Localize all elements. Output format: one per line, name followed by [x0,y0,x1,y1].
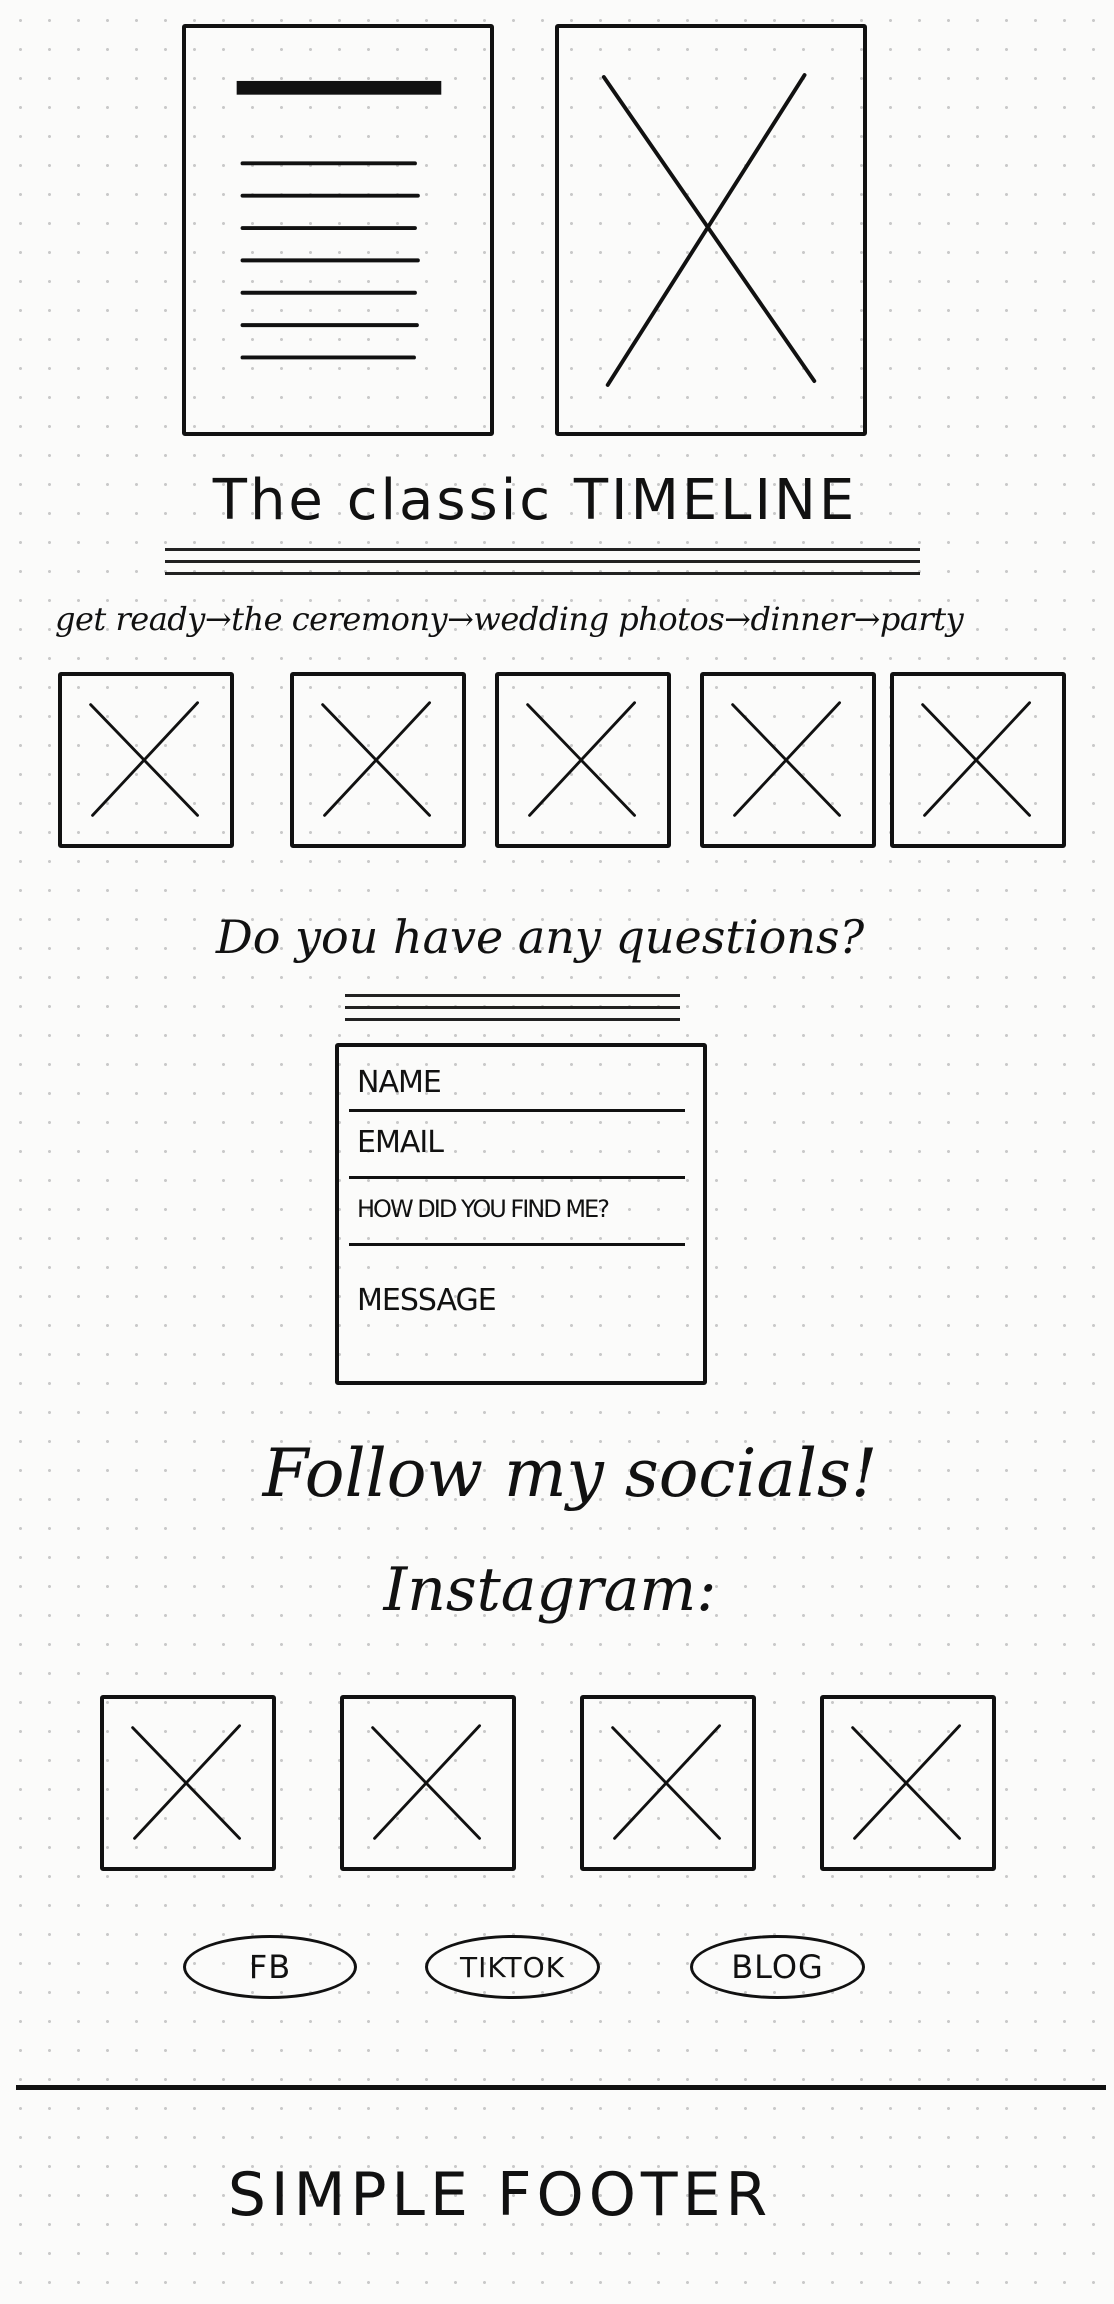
image-placeholder-icon [89,701,199,817]
questions-heading-underline [345,1006,680,1009]
timeline-title-underline [165,560,920,563]
facebook-button[interactable]: FB [183,1935,357,1999]
message-field[interactable]: MESSAGE [357,1283,497,1318]
timeline-image-placeholder [890,672,1066,848]
blog-button[interactable]: BLOG [690,1935,865,1999]
image-placeholder-icon [731,701,841,817]
email-field[interactable]: EMAIL [357,1125,444,1160]
name-field-underline [349,1109,685,1112]
image-placeholder-icon [611,1724,721,1840]
how-found-field[interactable]: HOW DID YOU FIND ME? [357,1195,610,1223]
questions-heading: Do you have any questions? [215,910,865,964]
footer-text: SIMPLE FOOTER [227,2160,773,2230]
contact-form: NAME EMAIL HOW DID YOU FIND ME? MESSAGE [335,1043,707,1385]
footer-divider [16,2085,1106,2090]
socials-heading: Follow my socials! [262,1435,878,1512]
hero-text-card [182,24,494,436]
instagram-image-placeholder[interactable] [340,1695,516,1871]
image-placeholder-icon [131,1724,241,1840]
instagram-image-placeholder[interactable] [580,1695,756,1871]
hero-image-placeholder [555,24,867,436]
timeline-image-placeholder [58,672,234,848]
image-placeholder-icon [321,701,431,817]
tiktok-button[interactable]: TIKTOK [425,1935,600,1999]
questions-heading-underline [345,994,680,997]
timeline-title: The classic TIMELINE [212,468,858,533]
instagram-image-placeholder[interactable] [100,1695,276,1871]
image-placeholder-icon [851,1724,961,1840]
timeline-steps: get ready→the ceremony→wedding photos→di… [55,600,964,638]
instagram-label: Instagram: [383,1555,717,1625]
email-field-underline [349,1176,685,1179]
image-placeholder-icon [526,701,636,817]
instagram-image-placeholder[interactable] [820,1695,996,1871]
timeline-title-underline [165,548,920,551]
timeline-image-placeholder [495,672,671,848]
image-placeholder-icon [371,1724,481,1840]
image-placeholder-icon [601,73,817,387]
text-lines-icon [236,80,442,360]
questions-heading-underline [345,1018,680,1021]
timeline-image-placeholder [290,672,466,848]
how-found-field-underline [349,1243,685,1246]
timeline-image-placeholder [700,672,876,848]
name-field[interactable]: NAME [357,1065,442,1100]
image-placeholder-icon [921,701,1031,817]
timeline-title-underline [165,572,920,575]
